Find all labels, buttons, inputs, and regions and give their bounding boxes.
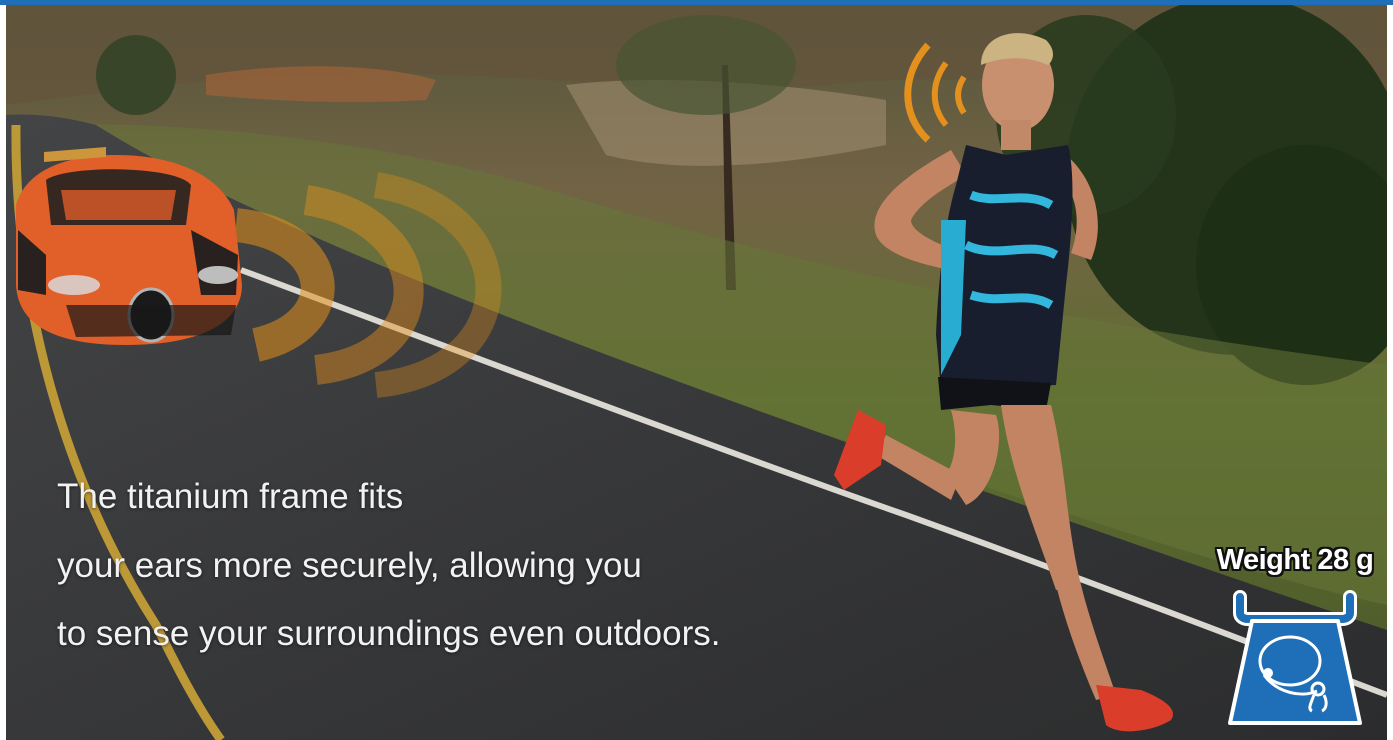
weight-label: Weight 28 g <box>1216 544 1374 576</box>
caption-line-3: to sense your surroundings even outdoors… <box>57 614 721 653</box>
caption-line-1: The titanium frame fits <box>57 477 404 516</box>
banner: The titanium frame fits your ears more s… <box>0 0 1393 740</box>
weighing-scale-headphone-icon <box>1228 590 1362 725</box>
caption-line-2: your ears more securely, allowing you <box>57 546 642 585</box>
